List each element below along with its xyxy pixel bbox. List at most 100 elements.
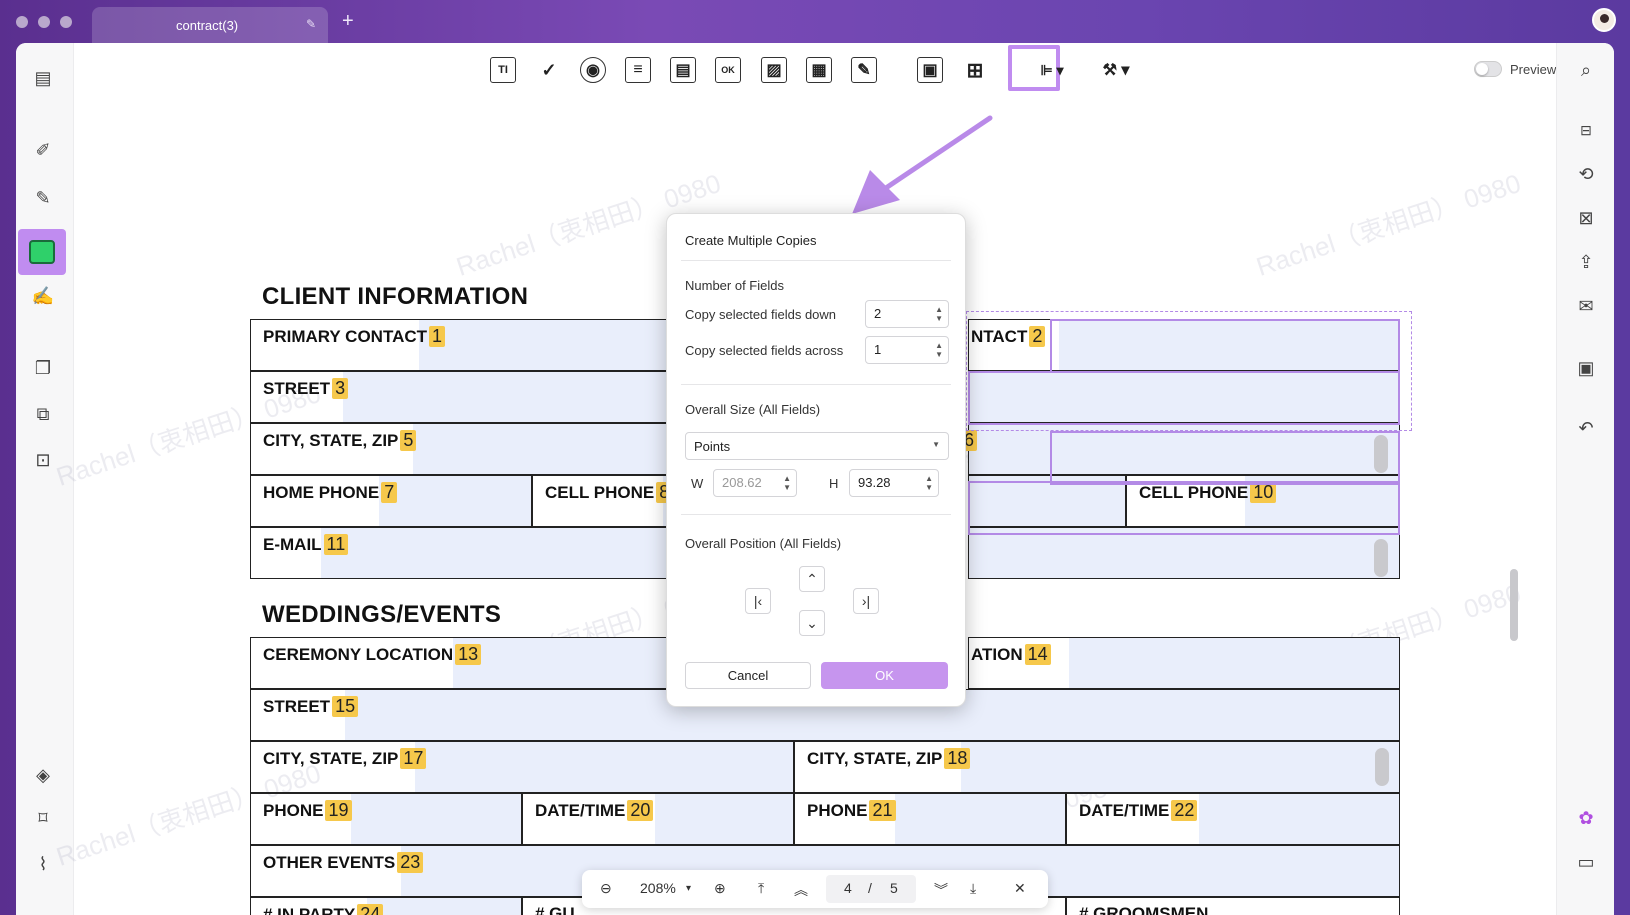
field-phone-events[interactable]: PHONE 19: [250, 793, 522, 845]
zoom-window-button[interactable]: [60, 16, 72, 28]
move-left-button[interactable]: |‹: [745, 588, 771, 614]
field-date-time-events[interactable]: DATE/TIME 20: [522, 793, 794, 845]
resize-handle[interactable]: [1375, 748, 1389, 786]
share-icon[interactable]: ⇪: [1571, 247, 1601, 277]
total-pages: 5: [890, 880, 898, 896]
ocr-icon[interactable]: ⊟: [1571, 115, 1601, 145]
first-page-icon[interactable]: ⤒: [758, 880, 764, 897]
selected-field[interactable]: [968, 371, 1400, 425]
reader-mode-icon[interactable]: ▤: [28, 63, 58, 93]
image-field-tool[interactable]: ▨: [761, 57, 787, 83]
title-bar: contract(3) ✎ +: [0, 0, 1630, 44]
field-reception-location[interactable]: ATION 14: [968, 637, 1400, 689]
close-icon[interactable]: ✕: [1014, 880, 1026, 897]
create-multiple-copies-tool[interactable]: ⊞: [962, 57, 988, 83]
last-page-icon[interactable]: ⤓: [970, 880, 976, 897]
preview-toggle[interactable]: Preview: [1474, 61, 1556, 77]
toggle-switch[interactable]: [1474, 61, 1502, 77]
resize-handle[interactable]: [1374, 539, 1388, 577]
field-home-phone[interactable]: HOME PHONE 7: [250, 475, 532, 527]
copy-down-stepper[interactable]: 2 ▲ ▼: [865, 300, 949, 328]
zoom-caret-icon[interactable]: ▾: [686, 883, 691, 894]
field-city-state-zip-events-2[interactable]: CITY, STATE, ZIP 18: [794, 741, 1400, 793]
move-up-button[interactable]: ⌃: [799, 566, 825, 592]
move-down-button[interactable]: ⌄: [799, 610, 825, 636]
bookmark-icon[interactable]: ⌑: [28, 803, 58, 833]
highlighter-icon[interactable]: ✐: [28, 135, 58, 165]
copy-down-value: 2: [874, 306, 882, 321]
combo-box-tool[interactable]: ≡: [625, 57, 651, 83]
unit-select[interactable]: Points ▼: [685, 432, 949, 460]
zoom-in-icon[interactable]: ⊕: [714, 880, 726, 897]
cancel-button[interactable]: Cancel: [685, 662, 811, 689]
align-dropdown[interactable]: ⊫ ▾: [1032, 57, 1072, 83]
height-stepper[interactable]: 93.28 ▲ ▼: [849, 469, 939, 497]
close-window-button[interactable]: [16, 16, 28, 28]
width-stepper[interactable]: 208.62 ▲ ▼: [713, 469, 797, 497]
divider: [681, 514, 951, 515]
number-of-fields-heading: Number of Fields: [685, 278, 784, 293]
pencil-icon[interactable]: ✎: [306, 17, 316, 31]
unit-select-value: Points: [694, 439, 731, 454]
selected-field-copy[interactable]: [968, 481, 1400, 535]
selected-field-copy[interactable]: [1050, 431, 1400, 485]
signature-field-tool[interactable]: ✎: [851, 57, 877, 83]
field-groomsmen[interactable]: # GROOMSMEN 27: [1066, 897, 1400, 915]
email-icon[interactable]: ✉: [1571, 291, 1601, 321]
undo-icon[interactable]: ↶: [1571, 413, 1601, 443]
field-phone-events-2[interactable]: PHONE 21: [794, 793, 1066, 845]
stepper-arrows-icon[interactable]: ▲ ▼: [935, 341, 943, 359]
text-field-tool[interactable]: TI: [490, 57, 516, 83]
section-title-weddings-events: WEDDINGS/EVENTS: [262, 601, 502, 628]
next-page-icon[interactable]: ︾: [934, 880, 948, 900]
move-right-button[interactable]: ›|: [853, 588, 879, 614]
search-icon[interactable]: ⌕: [1571, 55, 1601, 85]
selected-field[interactable]: [1050, 319, 1400, 373]
prepare-form-icon[interactable]: [18, 229, 66, 275]
organize-pages-icon[interactable]: ❐: [28, 353, 58, 383]
save-icon[interactable]: ▣: [1571, 353, 1601, 383]
comment-icon[interactable]: ▭: [1571, 847, 1601, 877]
list-box-tool[interactable]: ▤: [670, 57, 696, 83]
ok-button[interactable]: OK: [821, 662, 948, 689]
tools-dropdown[interactable]: ⚒ ▾: [1094, 57, 1138, 83]
stepper-arrows-icon[interactable]: ▲ ▼: [925, 474, 933, 492]
height-value: 93.28: [858, 475, 891, 490]
avatar[interactable]: [1592, 8, 1616, 32]
edit-pdf-icon[interactable]: ✎: [28, 183, 58, 213]
field-in-party[interactable]: # IN PARTY 24: [250, 897, 522, 915]
crop-icon[interactable]: ⧉: [28, 399, 58, 429]
overall-position-heading: Overall Position (All Fields): [685, 536, 842, 551]
protect-icon[interactable]: ⊠: [1571, 203, 1601, 233]
convert-icon[interactable]: ⟲: [1571, 159, 1601, 189]
previous-page-icon[interactable]: ︽: [794, 880, 808, 900]
fill-sign-icon[interactable]: ✍: [28, 281, 58, 311]
stepper-arrows-icon[interactable]: ▲ ▼: [935, 305, 943, 323]
page-navigation-bar: ⊖ 208% ▾ ⊕ ⤒ ︽ 4 / 5 ︾ ⤓ ✕: [582, 870, 1048, 908]
minimize-window-button[interactable]: [38, 16, 50, 28]
attachment-icon[interactable]: ⌇: [28, 849, 58, 879]
stepper-arrows-icon[interactable]: ▲ ▼: [783, 474, 791, 492]
field-date-time-events-2[interactable]: DATE/TIME 22: [1066, 793, 1400, 845]
copy-across-stepper[interactable]: 1 ▲ ▼: [865, 336, 949, 364]
button-tool[interactable]: OK: [715, 57, 741, 83]
vertical-scrollbar[interactable]: [1510, 569, 1518, 641]
right-sidebar: ⌕ ⊟ ⟲ ⊠ ⇪ ✉ ▣ ↶ ✿ ▭: [1556, 43, 1614, 915]
radio-button-tool[interactable]: ◉: [580, 57, 606, 83]
form-toolbar: TI ✓ ◉ ≡ ▤ OK ▨ ▦ ✎ ▣ ⊞ ⊫ ▾ ⚒ ▾ Preview: [74, 43, 1556, 95]
form-recognition-tool[interactable]: ▣: [917, 57, 943, 83]
checkbox-tool[interactable]: ✓: [536, 57, 562, 83]
field-city-state-zip-events[interactable]: CITY, STATE, ZIP 17: [250, 741, 794, 793]
watermark: Rachel（衷相田） 0980: [1252, 168, 1525, 282]
date-field-tool[interactable]: ▦: [806, 57, 832, 83]
resize-handle[interactable]: [1374, 435, 1388, 473]
page-separator: /: [868, 880, 872, 896]
ai-assistant-icon[interactable]: ✿: [1571, 803, 1601, 833]
new-tab-button[interactable]: +: [342, 10, 354, 33]
zoom-level[interactable]: 208%: [640, 880, 676, 896]
zoom-out-icon[interactable]: ⊖: [600, 880, 612, 897]
layers-icon[interactable]: ◈: [28, 760, 58, 790]
current-page[interactable]: 4: [844, 880, 852, 896]
document-tab[interactable]: contract(3) ✎: [92, 7, 328, 44]
divider: [681, 384, 951, 385]
